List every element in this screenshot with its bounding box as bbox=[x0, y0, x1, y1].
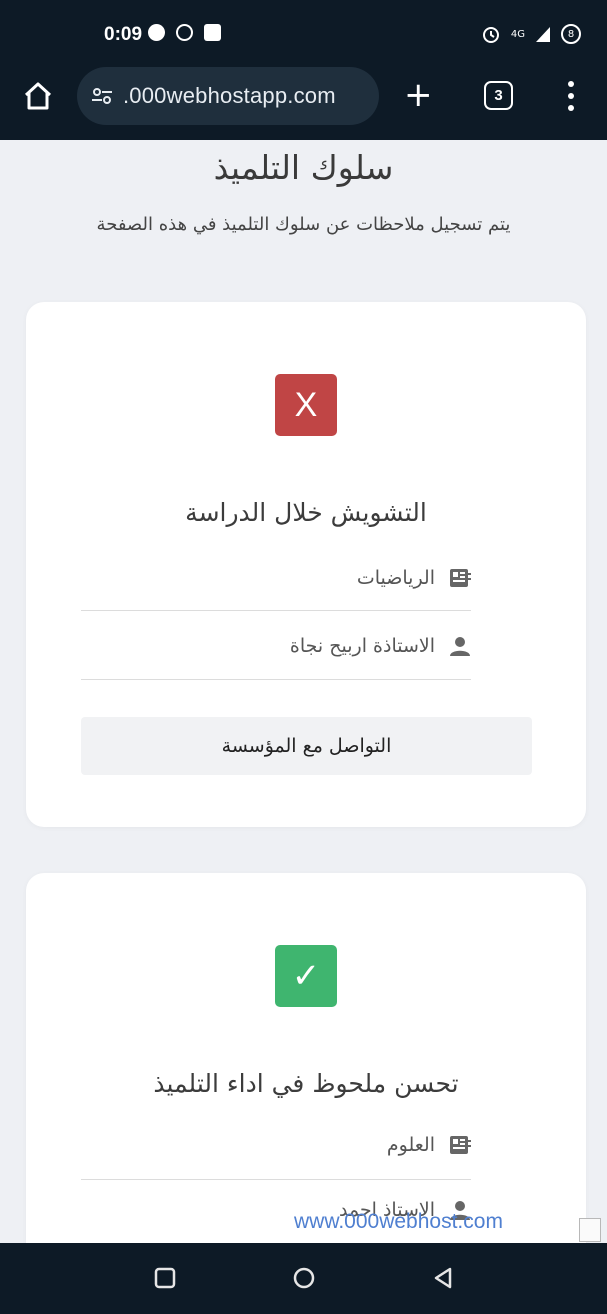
broken-image-icon[interactable] bbox=[579, 1218, 601, 1242]
card-title: تحسن ملحوظ في اداء التلميذ bbox=[153, 1069, 459, 1098]
status-bar: 0:09 4G 8 bbox=[0, 0, 607, 58]
battery-level: 8 bbox=[567, 28, 575, 40]
contact-institution-button[interactable]: التواصل مع المؤسسة bbox=[81, 717, 532, 775]
subject-row: الرياضيات bbox=[81, 544, 471, 612]
back-icon[interactable] bbox=[430, 1265, 456, 1291]
more-menu-icon[interactable] bbox=[567, 81, 575, 111]
divider bbox=[81, 679, 471, 680]
behavior-card: ✓ تحسن ملحوظ في اداء التلميذ العلوم الاس… bbox=[26, 873, 586, 1243]
new-tab-icon[interactable]: + bbox=[404, 78, 433, 112]
behavior-card: X التشويش خلال الدراسة الرياضيات الاستاذ… bbox=[26, 302, 586, 827]
browser-toolbar: .000webhostapp.com + 3 bbox=[0, 58, 607, 140]
battery-saver-icon: 8 bbox=[561, 24, 581, 44]
signal-icon bbox=[536, 27, 550, 42]
upload-icon bbox=[204, 24, 221, 41]
home-nav-icon[interactable] bbox=[291, 1265, 317, 1291]
tab-switcher-button[interactable]: 3 bbox=[484, 81, 513, 110]
subject-label: العلوم bbox=[386, 1134, 435, 1156]
page-title: سلوك التلميذ bbox=[213, 148, 394, 187]
tab-count: 3 bbox=[494, 87, 503, 104]
subject-icon bbox=[449, 1134, 471, 1156]
teacher-label: الاستاذة اربيح نجاة bbox=[289, 635, 435, 657]
subject-row: العلوم bbox=[81, 1111, 471, 1179]
facebook-icon bbox=[176, 24, 193, 41]
negative-badge-icon: X bbox=[275, 374, 337, 436]
check-badge-icon: ✓ bbox=[275, 945, 337, 1007]
web-content: سلوك التلميذ يتم تسجيل ملاحظات عن سلوك ا… bbox=[0, 140, 607, 1243]
divider bbox=[81, 610, 471, 611]
recents-icon[interactable] bbox=[152, 1265, 178, 1291]
person-icon bbox=[449, 635, 471, 657]
home-icon[interactable] bbox=[22, 80, 54, 112]
messenger-icon bbox=[148, 24, 165, 41]
network-type: 4G bbox=[510, 28, 525, 40]
address-bar[interactable]: .000webhostapp.com bbox=[77, 67, 379, 125]
site-settings-icon[interactable] bbox=[91, 87, 113, 105]
system-nav-bar bbox=[0, 1243, 607, 1314]
webhost-banner-link[interactable]: www.000webhost.com bbox=[294, 1210, 503, 1234]
status-notification-icons bbox=[148, 24, 221, 41]
card-title: التشويش خلال الدراسة bbox=[185, 498, 427, 527]
status-system-icons: 4G 8 bbox=[481, 24, 581, 44]
teacher-row: الاستاذة اربيح نجاة bbox=[81, 612, 471, 680]
status-time: 0:09 bbox=[104, 24, 143, 45]
url-text[interactable]: .000webhostapp.com bbox=[123, 83, 336, 109]
alarm-icon bbox=[482, 27, 499, 43]
subject-icon bbox=[449, 567, 471, 589]
subject-label: الرياضيات bbox=[356, 567, 435, 589]
page-subtitle: يتم تسجيل ملاحظات عن سلوك التلميذ في هذه… bbox=[96, 214, 511, 235]
